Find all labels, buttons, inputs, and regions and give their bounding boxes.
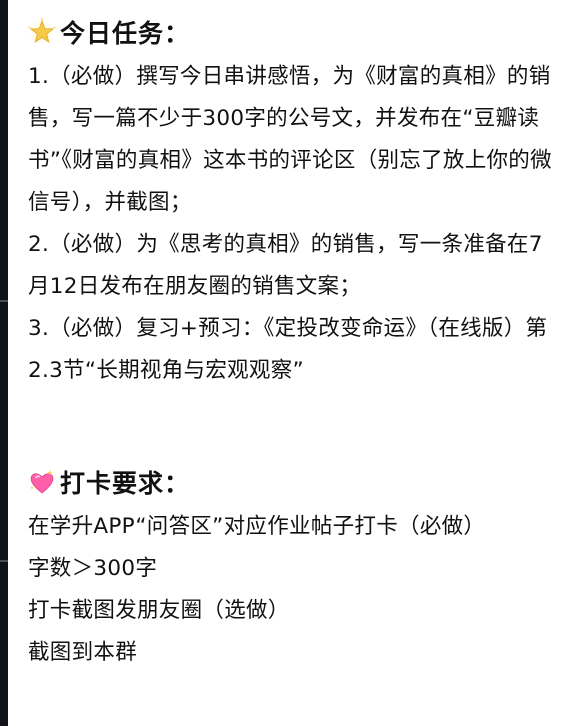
task-item: 1.（必做）撰写今日串讲感悟，为《财富的真相》的销售，写一篇不少于300字的公号… [28, 64, 552, 215]
checkin-heading: 打卡要求： [28, 462, 558, 502]
requirement-item: 截图到本群 [28, 640, 138, 665]
edge-tick [0, 300, 8, 302]
requirement-item: 字数＞300字 [28, 556, 158, 581]
checkin-title: 打卡要求： [60, 469, 191, 498]
tasks-title: 今日任务： [60, 19, 191, 48]
tasks-heading: 今日任务： [28, 12, 558, 52]
task-item: 2.（必做）为《思考的真相》的销售，写一条准备在7月12日发布在朋友圈的销售文案… [28, 232, 543, 299]
glowing-star-icon [28, 18, 56, 46]
checkin-requirements: 在学升APP“问答区”对应作业帖子打卡（必做） 字数＞300字 打卡截图发朋友圈… [28, 506, 558, 674]
requirement-item: 打卡截图发朋友圈（选做） [28, 598, 290, 623]
edge-tick [0, 560, 8, 562]
sparkling-heart-icon [28, 468, 56, 496]
message-content: 今日任务： 1.（必做）撰写今日串讲感悟，为《财富的真相》的销售，写一篇不少于3… [28, 12, 558, 674]
left-edge-strip [0, 0, 8, 726]
requirement-item: 在学升APP“问答区”对应作业帖子打卡（必做） [28, 514, 486, 539]
tasks-list: 1.（必做）撰写今日串讲感悟，为《财富的真相》的销售，写一篇不少于300字的公号… [28, 56, 558, 392]
task-item: 3.（必做）复习+预习：《定投改变命运》（在线版）第2.3节“长期视角与宏观观察… [28, 316, 548, 383]
